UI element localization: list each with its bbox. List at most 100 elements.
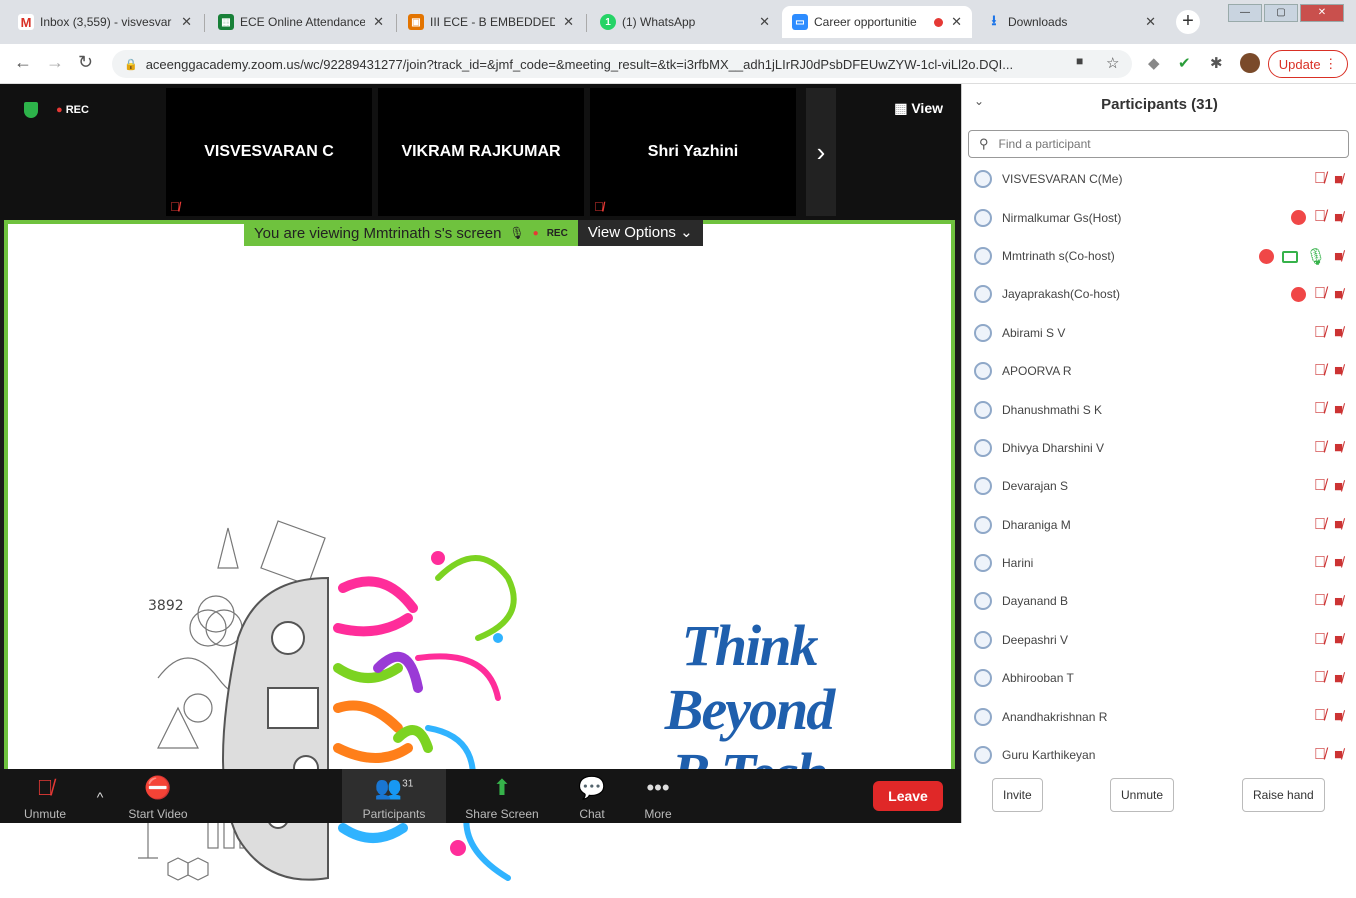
url-field[interactable]: 🔒 aceenggacademy.zoom.us/wc/92289431277/… (112, 50, 1132, 78)
participant-row[interactable]: VISVESVARAN C(Me) 🎙̸ ■̸ (962, 160, 1356, 198)
participant-row[interactable]: Dhivya Dharshini V 🎙̸ ■̸ (962, 429, 1356, 467)
participant-row[interactable]: Deepashri V 🎙̸ ■̸ (962, 621, 1356, 659)
puzzle-icon[interactable]: ✱ (1210, 54, 1223, 72)
thumb-name: Shri Yazhini (647, 143, 739, 160)
share-screen-icon: ⬆ (492, 775, 512, 800)
video-off-icon: ⛔ (144, 775, 172, 800)
participant-avatar (974, 554, 992, 573)
participants-icon: 👥31 (374, 775, 414, 800)
maximize-button[interactable]: ▢ (1264, 4, 1298, 22)
participant-list: VISVESVARAN C(Me) 🎙̸ ■̸ Nirmalkumar Gs(Host… (962, 160, 1356, 774)
participant-row[interactable]: Dayanand B 🎙̸ ■̸ (962, 582, 1356, 620)
participant-avatar (974, 285, 992, 304)
close-tab-icon[interactable]: ✕ (373, 14, 384, 30)
mic-muted-icon: 🎙̸ (1313, 669, 1326, 687)
recording-dot-icon (934, 17, 944, 27)
search-icon: ⚲ (979, 136, 989, 151)
update-label: Update (1278, 56, 1321, 72)
participant-status-icons: 🎙̸ ■̸ (1314, 746, 1343, 764)
participant-avatar (974, 438, 992, 457)
check-extension-icon[interactable]: ✔ (1178, 54, 1191, 72)
new-tab-button[interactable]: + (1176, 10, 1200, 34)
start-video-button[interactable]: ⛔ Start Video (122, 769, 194, 823)
bookmark-star-icon[interactable]: ☆ (1106, 54, 1119, 72)
participant-status-icons: 🎙̸ ■̸ (1314, 324, 1343, 342)
video-off-icon: ■̸ (1333, 208, 1343, 226)
tab-zoom[interactable]: ▭ Career opportunitie ✕ (782, 6, 972, 38)
tab-gmail[interactable]: M Inbox (3,559) - visvesvar ✕ (8, 6, 202, 38)
profile-avatar[interactable] (1240, 53, 1260, 73)
next-videos-arrow[interactable]: › (806, 88, 836, 216)
participants-button[interactable]: 👥31 Participants (342, 769, 446, 823)
participant-row[interactable]: Nirmalkumar Gs(Host) 🎙̸ ■̸ (962, 198, 1356, 236)
participant-name: Dayanand B (1002, 594, 1069, 609)
chat-label: Chat (579, 807, 605, 821)
video-off-icon: ■̸ (1333, 362, 1343, 380)
camera-icon[interactable]: ■ (1076, 54, 1083, 68)
participant-row[interactable]: Abirami S V 🎙̸ ■̸ (962, 314, 1356, 352)
gmail-icon: M (18, 14, 34, 30)
back-icon[interactable]: ← (14, 52, 32, 73)
close-tab-icon[interactable]: ✕ (759, 14, 770, 30)
video-thumb-visvesvaran[interactable]: VISVESVARAN C 🎙̸ (166, 88, 372, 216)
video-thumb-shri[interactable]: Shri Yazhini 🎙̸ (590, 88, 796, 216)
window-controls: — ▢ ✕ (1228, 4, 1344, 22)
participant-search[interactable]: ⚲ (968, 130, 1349, 158)
muted-mic-icon: 🎙̸ (594, 199, 604, 214)
audio-options-caret[interactable]: ^ (88, 769, 112, 823)
mic-muted-icon: 🎙̸ (1313, 361, 1326, 379)
participants-count: 31 (402, 778, 414, 790)
participant-name: Nirmalkumar Gs(Host) (1002, 210, 1122, 225)
unmute-me-button[interactable]: Unmute (1110, 778, 1175, 812)
mic-muted-icon: 🎙̸ (1313, 170, 1326, 187)
participant-name: Deepashri V (1002, 632, 1069, 647)
view-layout-button[interactable]: ▦ View (894, 100, 943, 117)
tab-downloads[interactable]: ⭳ Downloads ✕ (976, 6, 1166, 38)
tab-whatsapp[interactable]: 1 (1) WhatsApp ✕ (590, 6, 780, 38)
leave-button[interactable]: Leave (873, 781, 943, 811)
share-screen-button[interactable]: ⬆ Share Screen (460, 769, 544, 823)
participant-name: Devarajan S (1002, 479, 1069, 494)
mic-muted-icon: 🎙̸ (1313, 630, 1326, 648)
close-tab-icon[interactable]: ✕ (181, 14, 192, 30)
rec-dot-icon: ● (532, 227, 539, 239)
participant-row[interactable]: Devarajan S 🎙̸ ■̸ (962, 467, 1356, 505)
mic-muted-icon: 🎙̸ (1313, 592, 1326, 610)
search-input[interactable] (998, 137, 1319, 151)
mic-muted-icon: 🎙̸ (1313, 553, 1326, 571)
extension-icon[interactable]: ◆ (1148, 54, 1160, 72)
tab-classroom[interactable]: ▣ III ECE - B EMBEDDED S ✕ (398, 6, 584, 38)
close-tab-icon[interactable]: ✕ (563, 14, 574, 30)
participant-row[interactable]: Guru Karthikeyan 🎙̸ ■̸ (962, 736, 1356, 774)
unmute-button[interactable]: 🎙̸ Unmute (14, 769, 76, 823)
reload-icon[interactable]: ↻ (78, 52, 93, 73)
view-options-button[interactable]: View Options ⌄ (577, 220, 703, 246)
video-off-icon: ■̸ (1333, 554, 1343, 572)
video-off-icon: ■̸ (1333, 477, 1343, 495)
mic-muted-icon: 🎙̸ (1313, 438, 1326, 456)
forward-icon[interactable]: → (46, 52, 64, 73)
participant-row[interactable]: APOORVA R 🎙̸ ■̸ (962, 352, 1356, 390)
chat-button[interactable]: 💬 Chat (570, 769, 614, 823)
participant-row[interactable]: Jayaprakash(Co-host) 🎙̸ ■̸ (962, 275, 1356, 313)
participant-row[interactable]: Dhanushmathi S K 🎙̸ ■̸ (962, 390, 1356, 428)
close-tab-icon[interactable]: ✕ (1145, 14, 1156, 30)
close-tab-icon[interactable]: ✕ (951, 14, 962, 30)
tab-attendance[interactable]: ▦ ECE Online Attendance ✕ (208, 6, 394, 38)
invite-button[interactable]: Invite (992, 778, 1043, 812)
more-icon: ••• (646, 775, 670, 800)
participant-name: Anandhakrishnan R (1002, 709, 1108, 724)
minimize-button[interactable]: — (1228, 4, 1262, 22)
participant-row[interactable]: Abhirooban T 🎙̸ ■̸ (962, 659, 1356, 697)
participant-row[interactable]: Harini 🎙̸ ■̸ (962, 544, 1356, 582)
close-window-button[interactable]: ✕ (1300, 4, 1344, 22)
tab-title: ECE Online Attendance (240, 15, 366, 29)
unmute-label: Unmute (23, 807, 67, 821)
update-button[interactable]: Update ⋮ (1268, 50, 1348, 78)
participant-row[interactable]: Dharaniga M 🎙̸ ■̸ (962, 506, 1356, 544)
participant-row[interactable]: Mmtrinath s(Co-host) 🎙 ■̸ (962, 237, 1356, 275)
raise-hand-button[interactable]: Raise hand (1242, 778, 1325, 812)
participant-row[interactable]: Anandhakrishnan R 🎙̸ ■̸ (962, 697, 1356, 735)
more-button[interactable]: ••• More (636, 769, 680, 823)
video-thumb-vikram[interactable]: VIKRAM RAJKUMAR (378, 88, 584, 216)
